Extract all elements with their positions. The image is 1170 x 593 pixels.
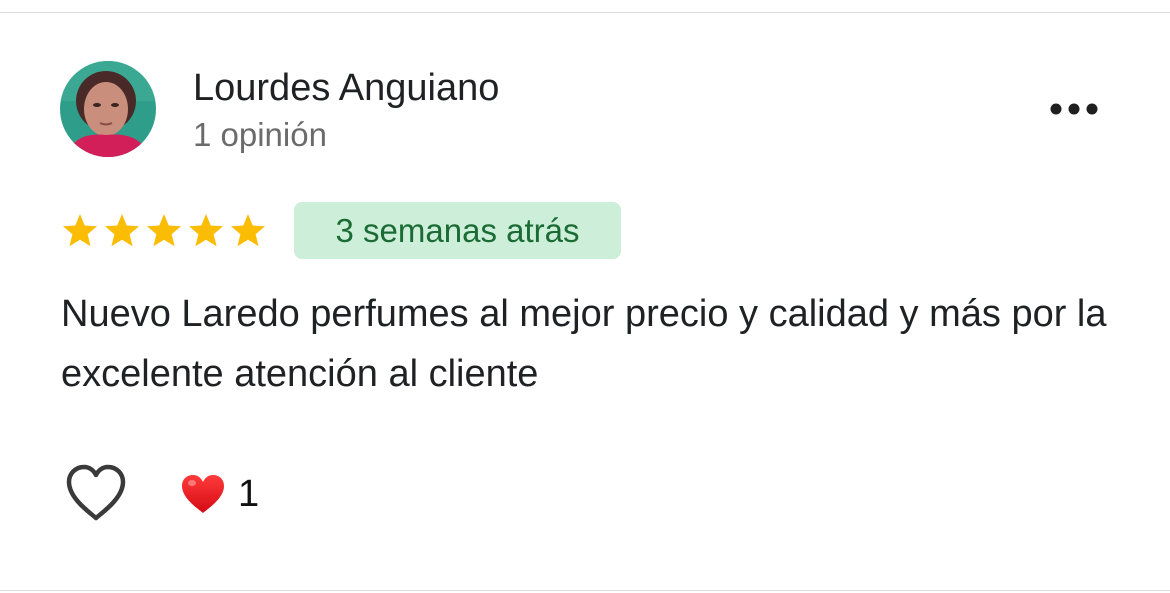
top-divider (0, 12, 1170, 13)
reaction-count: 1 (238, 473, 260, 515)
star-rating (60, 209, 268, 253)
like-button[interactable] (64, 462, 128, 524)
star-icon (105, 214, 139, 247)
star-icon (189, 214, 223, 247)
reviewer-name[interactable]: Lourdes Anguiano (193, 66, 499, 110)
bottom-divider (0, 590, 1170, 591)
reviewer-avatar[interactable] (60, 61, 156, 157)
reviewer-review-count: 1 opinión (193, 116, 327, 153)
review-text: Nuevo Laredo perfumes al mejor precio y … (61, 293, 1107, 395)
star-icon (231, 214, 265, 247)
star-icon (63, 214, 97, 247)
reaction-summary[interactable]: 1 (180, 470, 259, 518)
more-horizontal-icon (1050, 103, 1098, 115)
red-heart-icon (182, 475, 224, 513)
avatar-photo (60, 61, 156, 157)
review-date-badge: 3 semanas atrás (294, 202, 621, 259)
star-icon (147, 214, 181, 247)
more-options-button[interactable] (1040, 90, 1108, 128)
heart-outline-icon (66, 464, 126, 521)
